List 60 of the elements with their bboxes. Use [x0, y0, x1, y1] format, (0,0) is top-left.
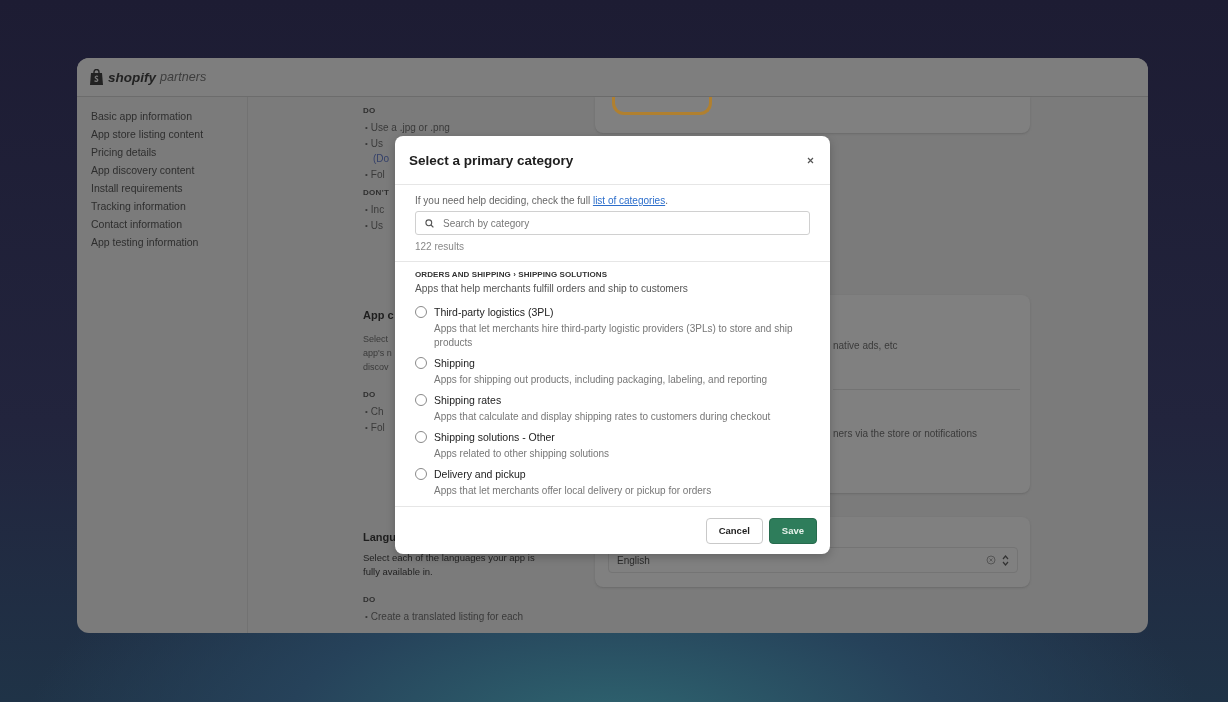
group-title: ORDERS AND SHIPPING › SHIPPING SOLUTIONS [415, 270, 608, 279]
guideline-item: Fol [370, 169, 385, 180]
guideline-item: Us [370, 220, 384, 231]
option-title[interactable]: Delivery and pickup [434, 468, 526, 480]
section-label: DO [363, 106, 376, 115]
option-title[interactable]: Third-party logistics (3PL) [434, 306, 554, 318]
sidebar-item[interactable]: App testing information [91, 236, 199, 248]
bullet-marker: • [365, 612, 368, 621]
clear-icon[interactable] [986, 555, 996, 565]
save-button[interactable]: Save [768, 517, 817, 544]
option-description: Apps for shipping out products, including packaging, labeling, and reporting [434, 373, 767, 387]
option-title[interactable]: Shipping solutions - Other [434, 431, 555, 443]
sidebar-item[interactable]: Pricing details [91, 146, 157, 158]
guideline-item: Ch [370, 406, 384, 417]
brand-suffix: partners [160, 70, 207, 84]
option-description: native ads, etc [833, 340, 898, 351]
bullet-marker: • [365, 123, 368, 132]
guideline-link[interactable]: (Do [373, 153, 390, 164]
chevron-updown-icon [1002, 554, 1009, 566]
bullet-marker: • [365, 423, 368, 432]
bullet-marker: • [365, 170, 368, 179]
dialog-title: Select a primary category [409, 152, 574, 168]
option-title[interactable]: Shipping [434, 357, 475, 369]
sidebar-item[interactable]: App store listing content [91, 128, 204, 140]
option-description: Apps that let merchants offer local delivery or pickup for orders [434, 484, 712, 498]
help-text: If you need help deciding, check the full list of categories. [415, 195, 668, 206]
section-heading: Langu [363, 531, 396, 543]
option-description: Apps that let merchants hire third-party logistic providers (3PLs) to store and ship products [434, 322, 794, 350]
sidebar-item[interactable]: Install requirements [91, 182, 183, 194]
cancel-button[interactable]: Cancel [705, 517, 763, 544]
bullet-marker: • [365, 139, 368, 148]
guideline-item: Create a translated listing for each [370, 611, 524, 622]
group-description: Apps that help merchants fulfill orders and ship to customers [415, 283, 688, 294]
section-description: discov [363, 361, 389, 374]
close-icon[interactable] [807, 156, 814, 164]
guideline-item: Us [370, 138, 384, 149]
results-count: 122 results [415, 241, 464, 252]
section-label: DON'T [363, 188, 390, 197]
bullet-marker: • [365, 205, 368, 214]
guideline-item: Inc [370, 204, 385, 215]
sidebar-item[interactable]: Contact information [91, 218, 183, 230]
guideline-item: Fol [370, 422, 385, 433]
bullet-marker: • [365, 407, 368, 416]
guideline-item: Use a .jpg or .png [370, 122, 450, 133]
section-label: DO [363, 595, 376, 604]
option-description: Apps related to other shipping solutions [434, 447, 610, 461]
option-description: ners via the store or notifications [833, 428, 977, 439]
section-description: Select each of the languages your app is fully available in. [363, 551, 536, 579]
section-description: Select [363, 333, 388, 346]
sidebar-item[interactable]: App discovery content [91, 164, 195, 176]
sidebar-item[interactable]: Basic app information [91, 110, 192, 122]
option-description: Apps that calculate and display shipping rates to customers during checkout [434, 410, 771, 424]
section-label: DO [363, 390, 376, 399]
brand-name: shopify [108, 69, 156, 85]
sidebar-item[interactable]: Tracking information [91, 200, 186, 212]
search-field[interactable]: Search by category [415, 211, 810, 235]
section-heading: App c [363, 309, 394, 321]
option-title[interactable]: Shipping rates [434, 394, 502, 406]
shopping-bag-icon [89, 68, 104, 86]
bullet-marker: • [365, 221, 368, 230]
